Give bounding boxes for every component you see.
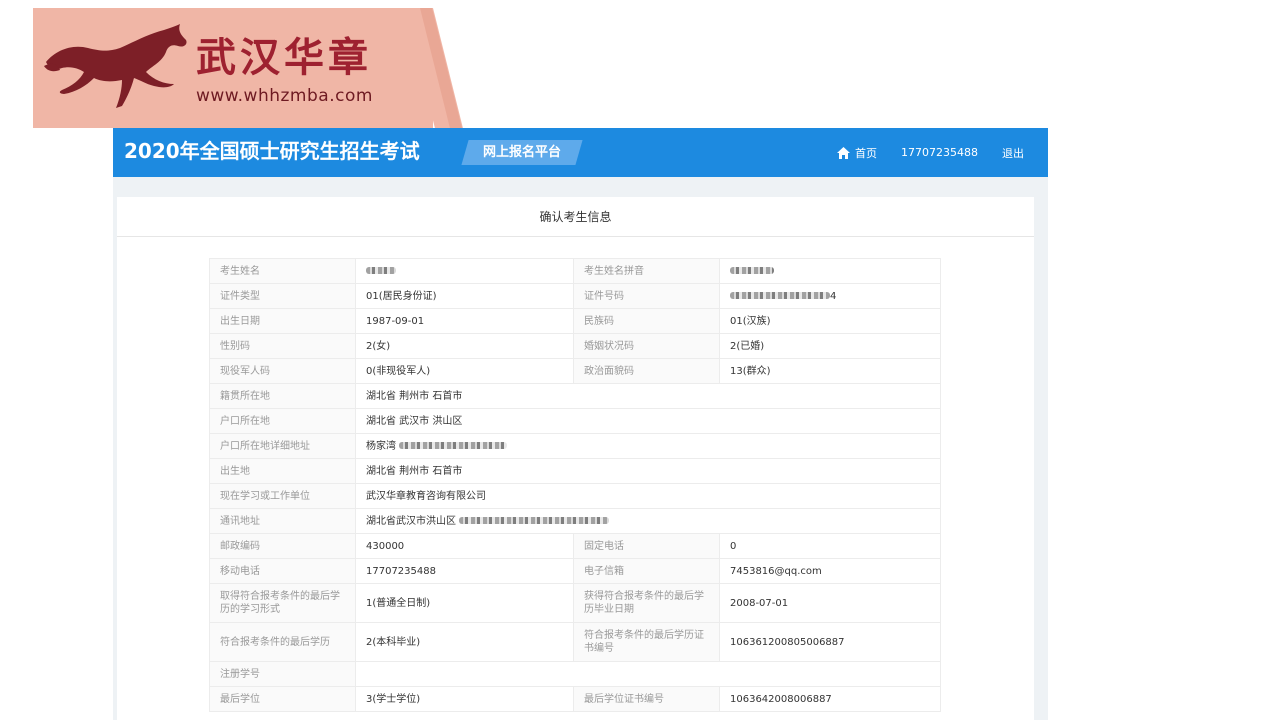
postcode-label: 邮政编码	[209, 533, 356, 559]
table-row: 户口所在地 湖北省 武汉市 洪山区	[209, 408, 941, 434]
table-row: 出生日期 1987-09-01 民族码 01(汉族)	[209, 308, 941, 334]
mobile-label: 移动电话	[209, 558, 356, 584]
table-row: 性别码 2(女) 婚姻状况码 2(已婚)	[209, 333, 941, 359]
email-label: 电子信箱	[573, 558, 720, 584]
marital-value: 2(已婚)	[719, 333, 941, 359]
edu-value: 2(本科毕业)	[355, 622, 574, 662]
hukou-label: 户口所在地	[209, 408, 356, 434]
table-row: 邮政编码 430000 固定电话 0	[209, 533, 941, 559]
native-label: 籍贯所在地	[209, 383, 356, 409]
hukou-detail-label: 户口所在地详细地址	[209, 433, 356, 459]
ethnic-label: 民族码	[573, 308, 720, 334]
table-row: 符合报考条件的最后学历 2(本科毕业) 符合报考条件的最后学历证书编号 1063…	[209, 622, 941, 662]
app-title: 2020年全国硕士研究生招生考试	[124, 139, 420, 163]
table-row: 现役军人码 0(非现役军人) 政治面貌码 13(群众)	[209, 358, 941, 384]
email-value: 7453816@qq.com	[719, 558, 941, 584]
table-row: 最后学位 3(学士学位) 最后学位证书编号 1063642008006887	[209, 686, 941, 712]
redacted-name	[366, 267, 396, 274]
id-type-value: 01(居民身份证)	[355, 283, 574, 309]
table-row: 出生地 湖北省 荆州市 石首市	[209, 458, 941, 484]
address-label: 通讯地址	[209, 508, 356, 534]
degree-label: 最后学位	[209, 686, 356, 712]
platform-label: 网上报名平台	[482, 145, 561, 160]
landline-value: 0	[719, 533, 941, 559]
study-form-label: 取得符合报考条件的最后学历的学习形式	[209, 583, 356, 623]
nav-home-label: 首页	[855, 146, 878, 160]
gender-label: 性别码	[209, 333, 356, 359]
hukou-detail-text: 杨家湾	[366, 440, 396, 452]
app-frame: 2020年全国硕士研究生招生考试 网上报名平台 首页 17707235488 退…	[113, 128, 1048, 720]
marital-label: 婚姻状况码	[573, 333, 720, 359]
card-title: 确认考生信息	[117, 197, 1034, 237]
landline-label: 固定电话	[573, 533, 720, 559]
table-row: 移动电话 17707235488 电子信箱 7453816@qq.com	[209, 558, 941, 584]
id-no-tail: 4	[830, 290, 837, 302]
edu-label: 符合报考条件的最后学历	[209, 622, 356, 662]
table-row: 注册学号	[209, 661, 941, 687]
grad-date-label: 获得符合报考条件的最后学历毕业日期	[573, 583, 720, 623]
name-value	[355, 258, 574, 284]
gender-value: 2(女)	[355, 333, 574, 359]
redacted-pinyin	[730, 267, 774, 274]
pinyin-label: 考生姓名拼音	[573, 258, 720, 284]
table-row: 籍贯所在地 湖北省 荆州市 石首市	[209, 383, 941, 409]
mobile-value: 17707235488	[355, 558, 574, 584]
confirm-card: 确认考生信息 考生姓名 考生姓名拼音 证件类型 01(居民身份证) 证件号码 4…	[117, 197, 1034, 720]
name-label: 考生姓名	[209, 258, 356, 284]
employer-label: 现在学习或工作单位	[209, 483, 356, 509]
redacted-id-number	[730, 292, 830, 299]
native-value: 湖北省 荆州市 石首市	[355, 383, 941, 409]
redacted-address	[459, 517, 610, 524]
reg-no-value	[355, 661, 941, 687]
military-value: 0(非现役军人)	[355, 358, 574, 384]
id-type-label: 证件类型	[209, 283, 356, 309]
birth-label: 出生日期	[209, 308, 356, 334]
hukou-value: 湖北省 武汉市 洪山区	[355, 408, 941, 434]
birthplace-label: 出生地	[209, 458, 356, 484]
app-header: 2020年全国硕士研究生招生考试 网上报名平台 首页 17707235488 退…	[113, 128, 1048, 177]
id-no-value: 4	[719, 283, 941, 309]
degree-cert-value: 1063642008006887	[719, 686, 941, 712]
birth-value: 1987-09-01	[355, 308, 574, 334]
political-label: 政治面貌码	[573, 358, 720, 384]
edu-cert-label: 符合报考条件的最后学历证书编号	[573, 622, 720, 662]
employer-value: 武汉华章教育咨询有限公司	[355, 483, 941, 509]
political-value: 13(群众)	[719, 358, 941, 384]
birthplace-value: 湖北省 荆州市 石首市	[355, 458, 941, 484]
redacted-hukou-detail	[399, 442, 508, 449]
edu-cert-value: 106361200805006887	[719, 622, 941, 662]
table-row: 取得符合报考条件的最后学历的学习形式 1(普通全日制) 获得符合报考条件的最后学…	[209, 583, 941, 623]
study-form-value: 1(普通全日制)	[355, 583, 574, 623]
table-row: 证件类型 01(居民身份证) 证件号码 4	[209, 283, 941, 309]
nav-user-phone[interactable]: 17707235488	[901, 146, 978, 159]
degree-cert-label: 最后学位证书编号	[573, 686, 720, 712]
top-nav: 首页 17707235488 退出	[813, 128, 1024, 177]
postcode-value: 430000	[355, 533, 574, 559]
hukou-detail-value: 杨家湾	[355, 433, 941, 459]
degree-value: 3(学士学位)	[355, 686, 574, 712]
logo-url: www.whhzmba.com	[196, 86, 373, 106]
candidate-info-table: 考生姓名 考生姓名拼音 证件类型 01(居民身份证) 证件号码 4 出生日期 1…	[209, 258, 941, 712]
address-value: 湖北省武汉市洪山区	[355, 508, 941, 534]
military-label: 现役军人码	[209, 358, 356, 384]
table-row: 考生姓名 考生姓名拼音	[209, 258, 941, 284]
nav-logout-link[interactable]: 退出	[1002, 145, 1024, 161]
table-row: 现在学习或工作单位 武汉华章教育咨询有限公司	[209, 483, 941, 509]
table-row: 通讯地址 湖北省武汉市洪山区	[209, 508, 941, 534]
id-no-label: 证件号码	[573, 283, 720, 309]
reg-no-label: 注册学号	[209, 661, 356, 687]
pinyin-value	[719, 258, 941, 284]
ethnic-value: 01(汉族)	[719, 308, 941, 334]
nav-home-link[interactable]: 首页	[837, 145, 877, 161]
table-row: 户口所在地详细地址 杨家湾	[209, 433, 941, 459]
grad-date-value: 2008-07-01	[719, 583, 941, 623]
address-text: 湖北省武汉市洪山区	[366, 515, 456, 527]
horse-logo-icon	[44, 24, 187, 108]
home-icon	[837, 146, 851, 159]
logo-title: 武汉华章	[196, 35, 372, 81]
